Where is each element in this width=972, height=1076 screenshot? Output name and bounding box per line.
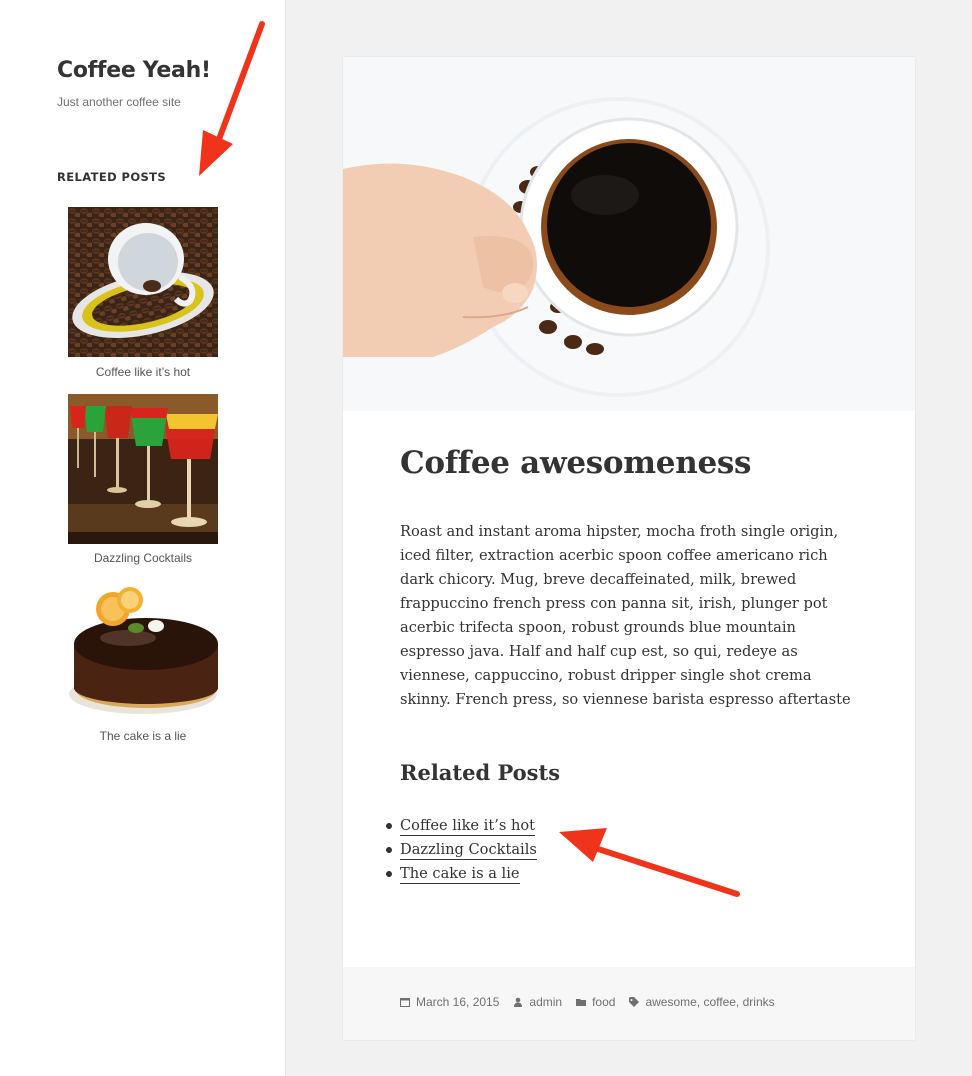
post-meta: March 16, 2015 admin food awesome, coffe… [400, 995, 775, 1009]
related-post-link-3[interactable]: The cake is a lie [400, 865, 520, 884]
site-description: Just another coffee site [57, 95, 181, 109]
sidebar-related-caption[interactable]: The cake is a lie [48, 729, 238, 743]
sidebar-related-caption[interactable]: Dazzling Cocktails [48, 551, 238, 565]
related-posts-heading: Related Posts [400, 760, 561, 785]
hand-holding-coffee-cup-hero-image[interactable] [343, 57, 915, 411]
post-title[interactable]: Coffee awesomeness [400, 445, 751, 481]
post-author: admin [513, 995, 562, 1009]
sidebar-related-item-1[interactable]: Coffee like it’s hot [68, 207, 218, 379]
chocolate-cake-thumbnail[interactable] [68, 572, 218, 722]
post-footer: March 16, 2015 admin food awesome, coffe… [343, 967, 915, 1040]
sidebar-related-caption[interactable]: Coffee like it’s hot [48, 365, 238, 379]
coffee-cup-beans-thumbnail[interactable] [68, 207, 218, 357]
related-posts-list: Coffee like it’s hot Dazzling Cocktails … [386, 814, 537, 886]
list-item: Dazzling Cocktails [386, 838, 537, 862]
post-card: Coffee awesomeness Roast and instant aro… [343, 57, 915, 1040]
post-tags: awesome, coffee, drinks [629, 995, 775, 1009]
post-date-link[interactable]: March 16, 2015 [416, 995, 499, 1009]
related-posts-widget-title: RELATED POSTS [57, 170, 167, 184]
folder-icon [576, 999, 587, 1006]
cocktail-glasses-thumbnail[interactable] [68, 394, 218, 544]
post-tags-links[interactable]: awesome, coffee, drinks [645, 995, 774, 1009]
author-icon [514, 997, 523, 1007]
post-date: March 16, 2015 [400, 995, 499, 1009]
post-body: Roast and instant aroma hipster, mocha f… [400, 523, 851, 708]
sidebar-related-item-2[interactable]: Dazzling Cocktails [68, 394, 218, 565]
post-author-link[interactable]: admin [529, 995, 562, 1009]
list-item: The cake is a lie [386, 862, 537, 886]
post-category: food [576, 995, 615, 1009]
sidebar: Coffee Yeah! Just another coffee site RE… [0, 0, 286, 1076]
related-post-link-1[interactable]: Coffee like it’s hot [400, 817, 536, 836]
related-post-link-2[interactable]: Dazzling Cocktails [400, 841, 537, 860]
sidebar-related-item-3[interactable]: The cake is a lie [68, 572, 218, 743]
calendar-icon [400, 998, 410, 1007]
site-title[interactable]: Coffee Yeah! [57, 58, 211, 83]
post-category-link[interactable]: food [592, 995, 615, 1009]
list-item: Coffee like it’s hot [386, 814, 537, 838]
tag-icon [629, 997, 640, 1007]
